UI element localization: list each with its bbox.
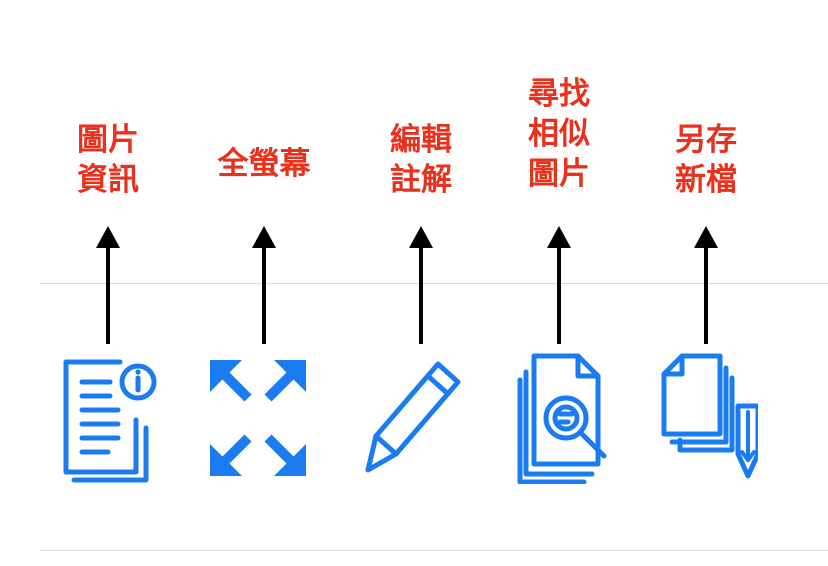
- label-save-as: 另存 新檔: [651, 120, 761, 200]
- find-similar-icon[interactable]: [512, 352, 612, 484]
- image-info-icon[interactable]: [58, 352, 158, 484]
- label-edit-annotation: 編輯 註解: [366, 120, 476, 200]
- pencil-icon[interactable]: [362, 352, 462, 484]
- label-image-info: 圖片 資訊: [53, 120, 163, 200]
- arrow-up-icon: [694, 226, 718, 344]
- label-line: 編輯: [390, 122, 452, 158]
- arrow-up-icon: [96, 226, 120, 344]
- divider-bottom: [40, 550, 828, 551]
- label-line: 新檔: [675, 162, 737, 198]
- label-line: 全螢幕: [217, 146, 311, 182]
- label-line: 圖片: [77, 122, 139, 158]
- label-find-similar: 尋找 相似 圖片: [504, 74, 614, 194]
- label-line: 相似: [528, 116, 590, 152]
- arrow-up-icon: [547, 226, 571, 344]
- label-line: 圖片: [528, 156, 590, 192]
- label-fullscreen: 全螢幕: [209, 144, 319, 184]
- label-line: 資訊: [77, 162, 139, 198]
- label-line: 註解: [390, 162, 452, 198]
- save-as-icon[interactable]: [658, 352, 758, 484]
- label-line: 另存: [675, 122, 737, 158]
- label-line: 尋找: [528, 76, 590, 112]
- fullscreen-icon[interactable]: [208, 352, 308, 484]
- arrow-up-icon: [252, 226, 276, 344]
- arrow-up-icon: [409, 226, 433, 344]
